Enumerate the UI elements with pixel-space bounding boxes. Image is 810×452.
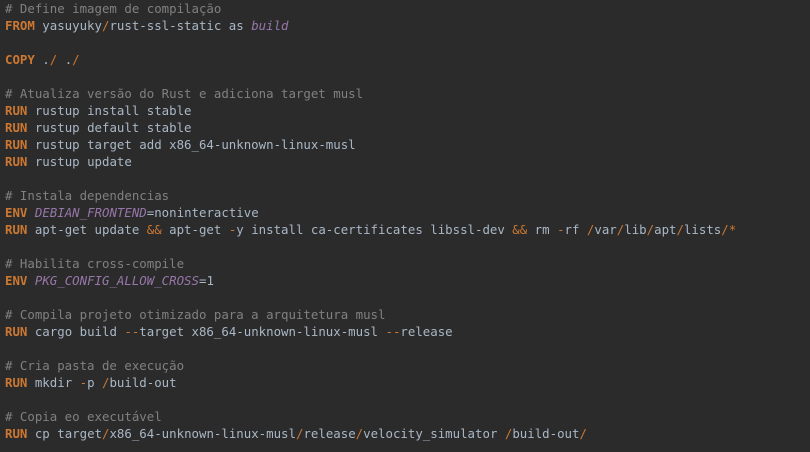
code-token-text: y install ca-certificates libssl-dev [236, 222, 513, 237]
code-token-comment: # Cria pasta de execução [5, 358, 185, 373]
code-token-keyword: RUN [5, 375, 28, 390]
code-line[interactable]: RUN apt-get update && apt-get - y install… [5, 221, 736, 238]
code-token-text: =1 [198, 273, 214, 288]
code-token-text: apt-get [161, 222, 229, 237]
code-token-operator: / [676, 222, 684, 237]
code-token-text: release [400, 324, 453, 339]
code-token-text: rustup install stable [27, 103, 192, 118]
code-token-keyword: ENV [5, 273, 28, 288]
code-token-text: cp target [27, 426, 102, 441]
code-token-text: . [57, 52, 73, 67]
code-editor[interactable]: # Define imagem de compilação FROM yasuyu… [0, 0, 810, 452]
code-token-operator: / [646, 222, 655, 237]
code-token-comment: # Habilita cross-compile [5, 256, 185, 271]
code-token-text: rf [564, 222, 587, 237]
code-token-text: p [87, 375, 102, 390]
code-token-comment: # Define imagem de compilação [5, 1, 222, 16]
code-line[interactable]: # Define imagem de compilação [5, 0, 221, 17]
code-token-operator: / [355, 426, 364, 441]
code-line[interactable]: RUN rustup install stable [5, 102, 192, 119]
code-line[interactable]: ENV DEBIAN_FRONTEND=noninteractive [5, 204, 259, 221]
code-token-comment: # Compila projeto otimizado para a arqui… [5, 307, 386, 322]
code-token-keyword: RUN [5, 154, 28, 169]
code-token-keyword: RUN [5, 137, 28, 152]
code-line[interactable]: RUN mkdir -p /build-out [5, 374, 177, 391]
code-line[interactable]: RUN rustup update [5, 153, 132, 170]
code-token-keyword: FROM [5, 18, 35, 33]
code-token-operator: - [557, 222, 565, 237]
code-line[interactable]: # Instala dependencias [5, 187, 169, 204]
code-token-text: . [34, 52, 50, 67]
code-token-variable: build [251, 18, 289, 33]
code-token-text: rust-ssl-static as [109, 18, 252, 33]
code-token-operator: / [579, 426, 587, 441]
code-token-variable: DEBIAN_FRONTEND [34, 205, 147, 220]
code-token-operator: -- [124, 324, 140, 339]
code-token-text: velocity_simulator [363, 426, 505, 441]
code-token-operator: / [72, 52, 80, 67]
code-token-text: =noninteractive [146, 205, 259, 220]
code-token-text: x86_64-unknown-linux-musl [109, 426, 296, 441]
code-token-text: build-out [512, 426, 580, 441]
code-token-operator: && [146, 222, 162, 237]
code-token-text: rustup target add x86_64-unknown-linux-m… [27, 137, 356, 152]
code-token-keyword: RUN [5, 426, 28, 441]
code-line[interactable]: # Atualiza versão do Rust e adiciona tar… [5, 85, 363, 102]
code-token-comment: # Atualiza versão do Rust e adiciona tar… [5, 86, 364, 101]
code-token-operator: && [512, 222, 528, 237]
code-token-keyword: RUN [5, 222, 28, 237]
code-token-text: apt-get update [27, 222, 147, 237]
code-token-comment: # Copia eo executável [5, 409, 162, 424]
code-token-keyword: COPY [5, 52, 35, 67]
code-line[interactable]: ENV PKG_CONFIG_ALLOW_CROSS=1 [5, 272, 214, 289]
code-token-text: rustup update [27, 154, 132, 169]
code-line[interactable]: # Copia eo executável [5, 408, 162, 425]
code-line[interactable]: FROM yasuyuky/rust-ssl-static as build [5, 17, 289, 34]
code-line[interactable]: # Habilita cross-compile [5, 255, 184, 272]
code-token-text: lists [683, 222, 722, 237]
code-line[interactable]: RUN cp target / x86_64-unknown-linux-musl /… [5, 425, 587, 442]
code-token-text: build-out [109, 375, 177, 390]
code-token-text: target x86_64-unknown-linux-musl [139, 324, 386, 339]
code-token-text: apt [654, 222, 677, 237]
code-token-text: rm [527, 222, 558, 237]
code-line[interactable]: RUN cargo build --target x86_64-unknown-… [5, 323, 453, 340]
code-token-operator: - [79, 375, 88, 390]
code-token-keyword: RUN [5, 120, 28, 135]
code-line[interactable]: RUN rustup default stable [5, 119, 192, 136]
code-token-text: release [303, 426, 356, 441]
code-token-text: mkdir [27, 375, 80, 390]
code-line[interactable]: RUN rustup target add x86_64-unknown-lin… [5, 136, 356, 153]
code-token-text: cargo build [27, 324, 125, 339]
code-token-keyword: RUN [5, 324, 28, 339]
code-token-text: rustup default stable [27, 120, 192, 135]
code-line[interactable]: # Compila projeto otimizado para a arqui… [5, 306, 385, 323]
code-line[interactable]: # Cria pasta de execução [5, 357, 184, 374]
code-line[interactable]: COPY ./ ./ [5, 51, 80, 68]
code-token-text: var [594, 222, 617, 237]
code-token-text: yasuyuky [34, 18, 102, 33]
code-token-comment: # Instala dependencias [5, 188, 170, 203]
code-token-keyword: ENV [5, 205, 28, 220]
code-token-operator: /* [721, 222, 737, 237]
code-token-keyword: RUN [5, 103, 28, 118]
code-token-variable: PKG_CONFIG_ALLOW_CROSS [34, 273, 199, 288]
code-token-operator: -- [385, 324, 401, 339]
code-token-text: lib [624, 222, 647, 237]
